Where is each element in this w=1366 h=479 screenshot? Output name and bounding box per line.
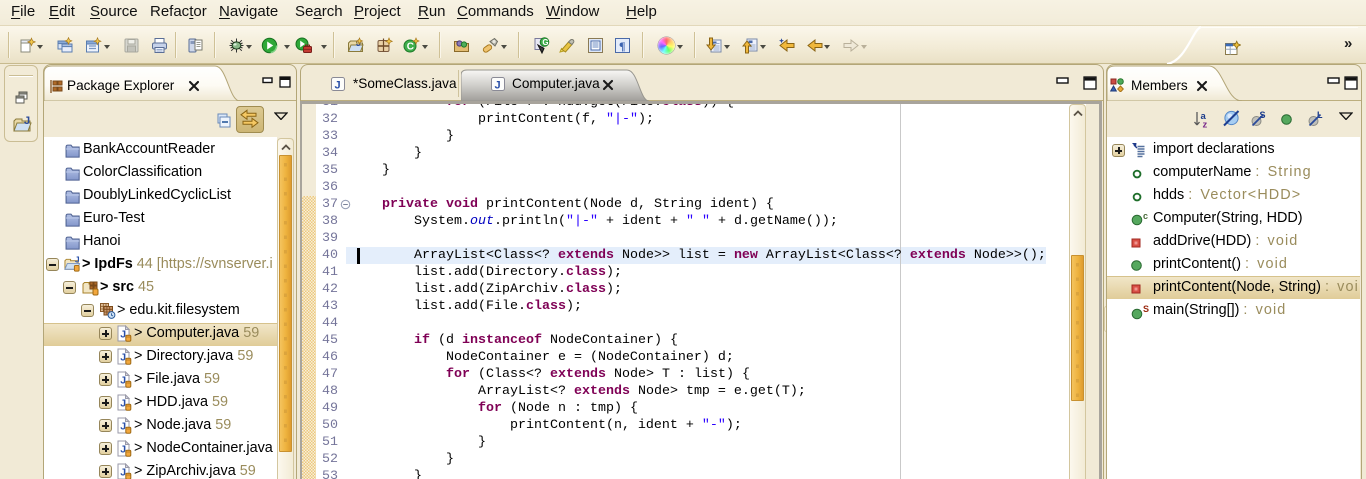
svg-text:J: J bbox=[75, 256, 80, 265]
svg-text:C: C bbox=[407, 42, 414, 53]
svg-text:J: J bbox=[335, 80, 341, 92]
svg-text:J: J bbox=[24, 115, 30, 127]
svg-text:c: c bbox=[1143, 212, 1148, 221]
svg-text:S: S bbox=[1143, 304, 1149, 314]
svg-text:G: G bbox=[542, 38, 548, 47]
svg-text:z: z bbox=[1203, 120, 1208, 130]
svg-text:J: J bbox=[495, 80, 501, 92]
svg-text:¶: ¶ bbox=[619, 39, 625, 53]
